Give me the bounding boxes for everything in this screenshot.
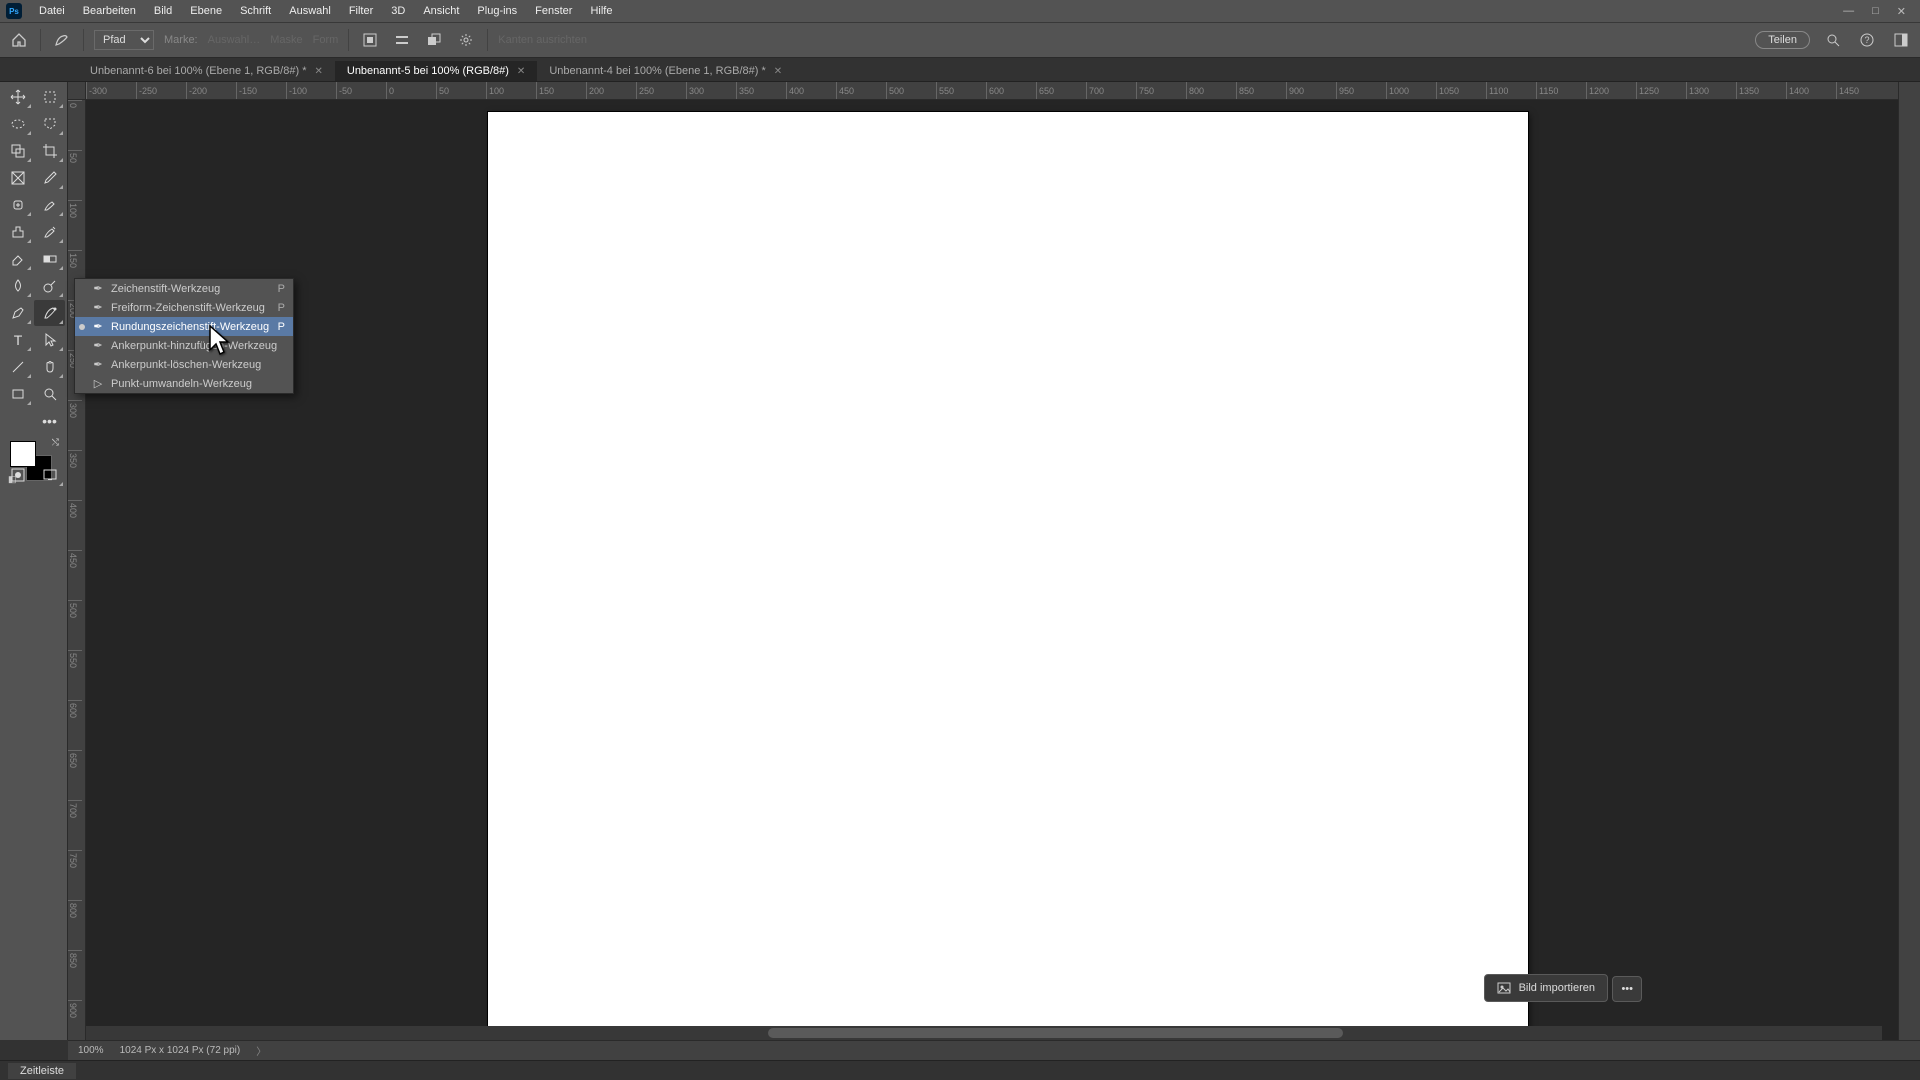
close-icon[interactable]: ✕ [517, 66, 525, 77]
home-icon[interactable] [8, 29, 30, 51]
import-more-button[interactable]: ••• [1612, 976, 1642, 1002]
path-arrange-icon[interactable] [423, 29, 445, 51]
align-edges-checkbox[interactable]: Kanten ausrichten [498, 34, 587, 46]
toolbox: T ••• ⤭ ◧ [0, 82, 68, 1040]
line-tool[interactable] [2, 354, 33, 380]
image-icon [1497, 981, 1511, 995]
menu-schrift[interactable]: Schrift [231, 5, 280, 17]
tool-preset-icon[interactable] [51, 29, 73, 51]
lasso-tool[interactable] [34, 111, 65, 137]
zoom-level[interactable]: 100% [78, 1045, 104, 1056]
menu-hilfe[interactable]: Hilfe [581, 5, 621, 17]
window-maximize-button[interactable]: □ [1872, 5, 1879, 18]
menu-ansicht[interactable]: Ansicht [414, 5, 468, 17]
svg-text:?: ? [1864, 35, 1869, 45]
menu-ebene[interactable]: Ebene [181, 5, 231, 17]
eyedropper-tool[interactable] [34, 165, 65, 191]
info-arrow-icon[interactable]: 〉 [256, 1043, 266, 1058]
brush-tool[interactable] [34, 192, 65, 218]
clone-tool[interactable] [2, 219, 33, 245]
blur-tool[interactable] [2, 273, 33, 299]
canvas[interactable] [488, 112, 1528, 1040]
doc-info[interactable]: 1024 Px x 1024 Px (72 ppi) [120, 1045, 241, 1056]
canvas-area[interactable]: -300-250-200-150-100-5005010015020025030… [68, 82, 1898, 1040]
hand-tool[interactable] [34, 354, 65, 380]
doc-tab-0[interactable]: Unbenannt-6 bei 100% (Ebene 1, RGB/8#) *… [78, 61, 335, 81]
marquee-tool[interactable] [2, 111, 33, 137]
gear-icon[interactable] [455, 29, 477, 51]
crop-tool[interactable] [34, 138, 65, 164]
pen-tool[interactable] [2, 300, 33, 326]
flyout-item-4[interactable]: ✒Ankerpunkt-löschen-Werkzeug [75, 355, 293, 374]
artboard-tool[interactable] [34, 84, 65, 110]
menu-bild[interactable]: Bild [145, 5, 181, 17]
menu-bar: Ps Datei Bearbeiten Bild Ebene Schrift A… [0, 0, 1920, 22]
menu-bearbeiten[interactable]: Bearbeiten [74, 5, 145, 17]
make-mask-button[interactable]: Maske [270, 34, 302, 46]
doc-tab-2[interactable]: Unbenannt-4 bei 100% (Ebene 1, RGB/8#) *… [537, 61, 794, 81]
heal-tool[interactable] [2, 192, 33, 218]
menu-plugins[interactable]: Plug-ins [468, 5, 526, 17]
document-tabs: Unbenannt-6 bei 100% (Ebene 1, RGB/8#) *… [0, 58, 1920, 82]
close-icon[interactable]: ✕ [314, 66, 322, 77]
swap-colors-icon[interactable]: ⤭ [52, 437, 59, 448]
ruler-vertical[interactable]: 0501001502002503003504004505005506006507… [68, 100, 86, 1040]
more-tools-icon[interactable]: ••• [34, 408, 65, 434]
app-logo: Ps [6, 3, 22, 19]
dodge-tool[interactable] [34, 273, 65, 299]
eraser-tool[interactable] [2, 246, 33, 272]
import-image-button[interactable]: Bild importieren [1484, 974, 1608, 1002]
help-icon[interactable]: ? [1856, 29, 1878, 51]
horizontal-scrollbar[interactable] [86, 1026, 1882, 1040]
workspace-icon[interactable] [1890, 29, 1912, 51]
flyout-item-3[interactable]: ✒Ankerpunkt-hinzufügen-Werkzeug [75, 336, 293, 355]
ruler-origin[interactable] [68, 82, 86, 100]
gradient-tool[interactable] [34, 246, 65, 272]
type-tool[interactable]: T [2, 327, 33, 353]
flyout-item-1[interactable]: ✒Freiform-Zeichenstift-WerkzeugP [75, 298, 293, 317]
flyout-item-5[interactable]: ▷Punkt-umwandeln-Werkzeug [75, 374, 293, 393]
make-label: Marke: [164, 34, 198, 46]
menu-fenster[interactable]: Fenster [526, 5, 581, 17]
quick-select-tool[interactable] [2, 138, 33, 164]
svg-text:T: T [13, 332, 22, 348]
pen-tool-flyout: ✒Zeichenstift-WerkzeugP✒Freiform-Zeichen… [74, 278, 294, 394]
flyout-item-0[interactable]: ✒Zeichenstift-WerkzeugP [75, 279, 293, 298]
menu-datei[interactable]: Datei [30, 5, 74, 17]
share-button[interactable]: Teilen [1755, 31, 1810, 49]
path-select-tool[interactable] [34, 327, 65, 353]
frame-tool[interactable] [2, 165, 33, 191]
path-ops-icon[interactable] [359, 29, 381, 51]
options-bar: Pfad Marke: Auswahl… Maske Form Kanten a… [0, 22, 1920, 58]
curvature-pen-tool[interactable] [34, 300, 65, 326]
ruler-horizontal[interactable]: -300-250-200-150-100-5005010015020025030… [86, 82, 1898, 100]
right-panel-dock[interactable] [1898, 82, 1920, 1040]
zoom-tool[interactable] [34, 381, 65, 407]
history-brush-tool[interactable] [34, 219, 65, 245]
search-icon[interactable] [1822, 29, 1844, 51]
window-close-button[interactable]: ✕ [1897, 5, 1906, 18]
window-minimize-button[interactable]: — [1843, 5, 1854, 18]
make-shape-button[interactable]: Form [313, 34, 339, 46]
quickmask-tool[interactable] [2, 462, 33, 488]
doc-tab-1[interactable]: Unbenannt-5 bei 100% (RGB/8#)✕ [335, 61, 537, 81]
menu-filter[interactable]: Filter [340, 5, 382, 17]
pen-mode-select[interactable]: Pfad [94, 30, 154, 50]
flyout-item-2[interactable]: ✒Rundungszeichenstift-WerkzeugP [75, 317, 293, 336]
rectangle-tool[interactable] [2, 381, 33, 407]
menu-auswahl[interactable]: Auswahl [280, 5, 340, 17]
path-align-icon[interactable] [391, 29, 413, 51]
timeline-panel-tab[interactable]: Zeitleiste [0, 1060, 1920, 1080]
make-selection-button[interactable]: Auswahl… [208, 34, 261, 46]
screenmode-tool[interactable] [34, 462, 65, 488]
close-icon[interactable]: ✕ [774, 66, 782, 77]
move-tool[interactable] [2, 84, 33, 110]
status-bar: 100% 1024 Px x 1024 Px (72 ppi) 〉 [68, 1040, 1920, 1060]
menu-3d[interactable]: 3D [382, 5, 414, 17]
